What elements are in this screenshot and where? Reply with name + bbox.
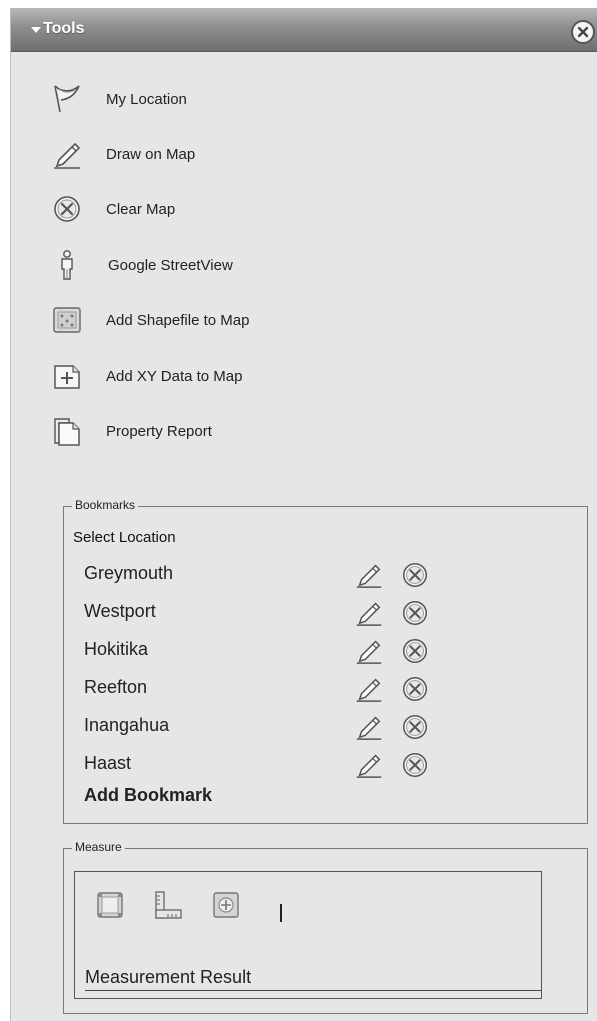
- measure-legend: Measure: [72, 840, 125, 854]
- collapse-caret-icon[interactable]: [31, 27, 41, 33]
- bookmarks-group: Bookmarks Select Location Greymouth West…: [63, 498, 588, 824]
- shapefile-icon: [53, 307, 81, 333]
- select-location-label: Select Location: [73, 529, 176, 546]
- measure-location-icon[interactable]: [211, 890, 241, 920]
- edit-pencil-icon[interactable]: [354, 559, 384, 589]
- tool-clear-map[interactable]: Clear Map: [51, 189, 411, 229]
- clear-circle-icon: [54, 196, 80, 222]
- edit-pencil-icon[interactable]: [354, 749, 384, 779]
- bookmark-link[interactable]: Westport: [84, 601, 156, 622]
- tool-label: Property Report: [106, 423, 212, 440]
- document-icon: [54, 418, 80, 446]
- bookmark-row: Westport: [64, 595, 587, 631]
- tool-label: Google StreetView: [108, 257, 233, 274]
- measurement-result-divider: [85, 990, 541, 991]
- tool-label: Draw on Map: [106, 146, 196, 163]
- tool-label: Add Shapefile to Map: [106, 312, 250, 329]
- bookmark-link[interactable]: Reefton: [84, 677, 147, 698]
- add-bookmark-link[interactable]: Add Bookmark: [84, 785, 212, 806]
- panel-header[interactable]: Tools: [11, 8, 597, 52]
- close-icon[interactable]: [571, 20, 595, 44]
- add-data-icon: [54, 365, 80, 389]
- tool-draw-on-map[interactable]: Draw on Map: [51, 134, 411, 174]
- bookmark-link[interactable]: Hokitika: [84, 639, 148, 660]
- bookmarks-legend: Bookmarks: [72, 498, 139, 512]
- delete-circle-icon[interactable]: [400, 674, 430, 704]
- measure-group: Measure Measurement Result: [63, 840, 588, 1014]
- panel-title: Tools: [43, 20, 85, 37]
- delete-circle-icon[interactable]: [400, 750, 430, 780]
- tool-add-shapefile[interactable]: Add Shapefile to Map: [51, 300, 411, 340]
- delete-circle-icon[interactable]: [400, 712, 430, 742]
- delete-circle-icon[interactable]: [400, 598, 430, 628]
- measurement-result-label: Measurement Result: [85, 967, 252, 987]
- edit-pencil-icon[interactable]: [354, 597, 384, 627]
- bookmark-row: Haast: [64, 747, 587, 783]
- bookmark-link[interactable]: Inangahua: [84, 715, 169, 736]
- tool-my-location[interactable]: My Location: [51, 79, 411, 119]
- tool-google-streetview[interactable]: Google StreetView: [51, 245, 411, 285]
- measure-panel: Measurement Result: [74, 871, 542, 999]
- tool-property-report[interactable]: Property Report: [51, 411, 411, 451]
- tool-label: My Location: [106, 91, 187, 108]
- bookmark-row: Inangahua: [64, 709, 587, 745]
- edit-pencil-icon[interactable]: [354, 673, 384, 703]
- bookmark-link[interactable]: Greymouth: [84, 563, 173, 584]
- tool-label: Clear Map: [106, 201, 176, 218]
- person-icon: [61, 250, 73, 280]
- tool-add-xy-data[interactable]: Add XY Data to Map: [51, 356, 411, 396]
- flag-icon: [54, 85, 80, 113]
- pencil-icon: [54, 142, 81, 169]
- edit-pencil-icon[interactable]: [354, 711, 384, 741]
- edit-pencil-icon[interactable]: [354, 635, 384, 665]
- delete-circle-icon[interactable]: [400, 636, 430, 666]
- tools-panel: Tools My Location Draw on Map Clear Map …: [10, 8, 597, 1021]
- bookmark-row: Greymouth: [64, 557, 587, 593]
- measure-distance-icon[interactable]: [153, 890, 183, 920]
- tool-label: Add XY Data to Map: [106, 368, 243, 385]
- delete-circle-icon[interactable]: [400, 560, 430, 590]
- measure-area-icon[interactable]: [95, 890, 125, 920]
- bookmark-row: Hokitika: [64, 633, 587, 669]
- bookmark-row: Reefton: [64, 671, 587, 707]
- bookmark-link[interactable]: Haast: [84, 753, 131, 774]
- text-cursor: [280, 904, 282, 922]
